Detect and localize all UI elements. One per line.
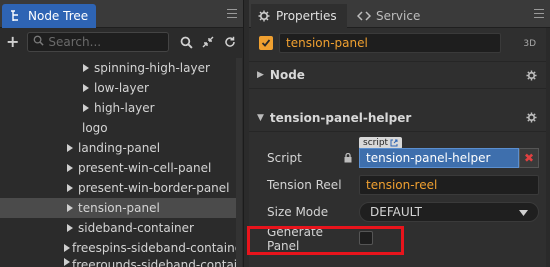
size-mode-label: Size Mode	[267, 204, 329, 219]
external-link-icon	[390, 139, 398, 147]
component-section-header[interactable]: ▼ tension-panel-helper	[249, 104, 550, 132]
node-tree-list: spinning-high-layer low-layer high-layer…	[0, 58, 236, 267]
tension-reel-label: Tension Reel	[267, 177, 342, 192]
size-mode-row: Size Mode DEFAULT	[249, 198, 550, 225]
node-name-input[interactable]: tension-panel	[279, 33, 501, 53]
script-value-field[interactable]: tension-panel-helper	[359, 148, 519, 168]
component-title: tension-panel-helper	[269, 110, 412, 125]
tree-item-tension-panel[interactable]: tension-panel	[0, 198, 236, 218]
properties-tabbar: Properties Service	[249, 0, 550, 28]
tree-item-label: low-layer	[94, 81, 149, 95]
expand-arrow-icon[interactable]	[64, 144, 76, 152]
tab-service-label: Service	[376, 9, 421, 23]
expand-arrow-icon[interactable]	[64, 204, 76, 212]
expand-arrow-icon: ▼	[257, 112, 264, 123]
search-box	[27, 32, 169, 52]
expand-arrow-icon[interactable]	[64, 258, 70, 266]
node-tree-tabbar: Node Tree	[0, 0, 243, 28]
chevron-down-icon	[519, 205, 528, 219]
expand-arrow-icon[interactable]	[64, 184, 76, 192]
tab-service[interactable]: Service	[353, 4, 424, 28]
code-icon	[357, 9, 371, 23]
tree-item-low-layer[interactable]: low-layer	[0, 78, 236, 98]
clear-script-button[interactable]: ✖	[519, 148, 539, 168]
node-active-checkbox[interactable]	[259, 36, 273, 50]
tree-item-label: spinning-high-layer	[94, 61, 210, 75]
tree-item-label: landing-panel	[78, 141, 161, 155]
expand-arrow-icon[interactable]	[80, 84, 92, 92]
expand-arrow-icon[interactable]	[64, 244, 70, 252]
tree-item-label: freespins-sideband-container	[72, 241, 236, 255]
tree-item-high-layer[interactable]: high-layer	[0, 98, 236, 118]
tree-item-freespins-sideband-container[interactable]: freespins-sideband-container	[0, 238, 236, 258]
gear-icon[interactable]	[526, 112, 538, 124]
hierarchy-icon	[9, 9, 23, 23]
properties-scrollbar[interactable]	[546, 28, 550, 267]
search-icon[interactable]	[179, 35, 193, 49]
node-tree-toolbar: +	[0, 28, 243, 56]
tree-item-label: logo	[82, 121, 108, 135]
tree-item-label: tension-panel	[78, 201, 160, 215]
tree-item-present-win-cell-panel[interactable]: present-win-cell-panel	[0, 158, 236, 178]
tree-item-label: high-layer	[94, 101, 155, 115]
3d-toggle[interactable]: 3D	[523, 39, 536, 49]
size-mode-select[interactable]: DEFAULT	[359, 202, 539, 222]
refresh-icon[interactable]	[223, 35, 237, 49]
tree-scrollbar[interactable]	[236, 58, 242, 267]
tree-item-spinning-high-layer[interactable]: spinning-high-layer	[0, 58, 236, 78]
tree-item-label: freerounds-sideband-contain	[72, 258, 236, 267]
tree-item-label: present-win-border-panel	[78, 181, 230, 195]
collapse-arrow-icon: ▶	[257, 70, 264, 80]
tab-node-tree[interactable]: Node Tree	[2, 4, 96, 28]
node-section-header[interactable]: ▶ Node	[249, 61, 550, 89]
tension-reel-field[interactable]: tension-reel	[359, 175, 539, 195]
panel-menu-icon[interactable]	[534, 9, 544, 19]
tree-item-logo[interactable]: logo	[0, 118, 236, 138]
script-row: Script script tension-panel-helper ✖	[249, 137, 550, 171]
search-input[interactable]	[48, 35, 163, 49]
tab-properties[interactable]: Properties	[251, 4, 347, 28]
size-mode-value: DEFAULT	[370, 205, 422, 219]
tab-node-tree-label: Node Tree	[28, 9, 89, 23]
expand-arrow-icon[interactable]	[80, 64, 92, 72]
tension-reel-row: Tension Reel tension-reel	[249, 171, 550, 198]
tab-properties-label: Properties	[276, 9, 337, 23]
tree-item-landing-panel[interactable]: landing-panel	[0, 138, 236, 158]
tree-item-sideband-container[interactable]: sideband-container	[0, 218, 236, 238]
gear-icon	[257, 9, 271, 23]
node-header: tension-panel 3D	[249, 28, 550, 58]
tree-item-present-win-border-panel[interactable]: present-win-border-panel	[0, 178, 236, 198]
expand-arrow-icon[interactable]	[64, 224, 76, 232]
script-tag-label: script	[363, 138, 389, 148]
gear-icon[interactable]	[526, 70, 538, 82]
expand-arrow-icon[interactable]	[80, 104, 92, 112]
lock-icon	[344, 152, 352, 166]
add-node-button[interactable]: +	[6, 34, 19, 50]
collapse-icon[interactable]	[201, 35, 215, 49]
search-icon	[33, 35, 45, 49]
panel-menu-icon[interactable]	[227, 9, 237, 19]
tree-item-freerounds-sideband-container[interactable]: freerounds-sideband-contain	[0, 258, 236, 267]
node-tree-panel: Node Tree + spinning-high-layer	[0, 0, 244, 267]
expand-arrow-icon[interactable]	[64, 164, 76, 172]
tree-item-label: present-win-cell-panel	[78, 161, 212, 175]
node-section-label: Node	[269, 68, 305, 82]
tree-item-label: sideband-container	[78, 221, 194, 235]
highlight-box	[247, 226, 404, 255]
